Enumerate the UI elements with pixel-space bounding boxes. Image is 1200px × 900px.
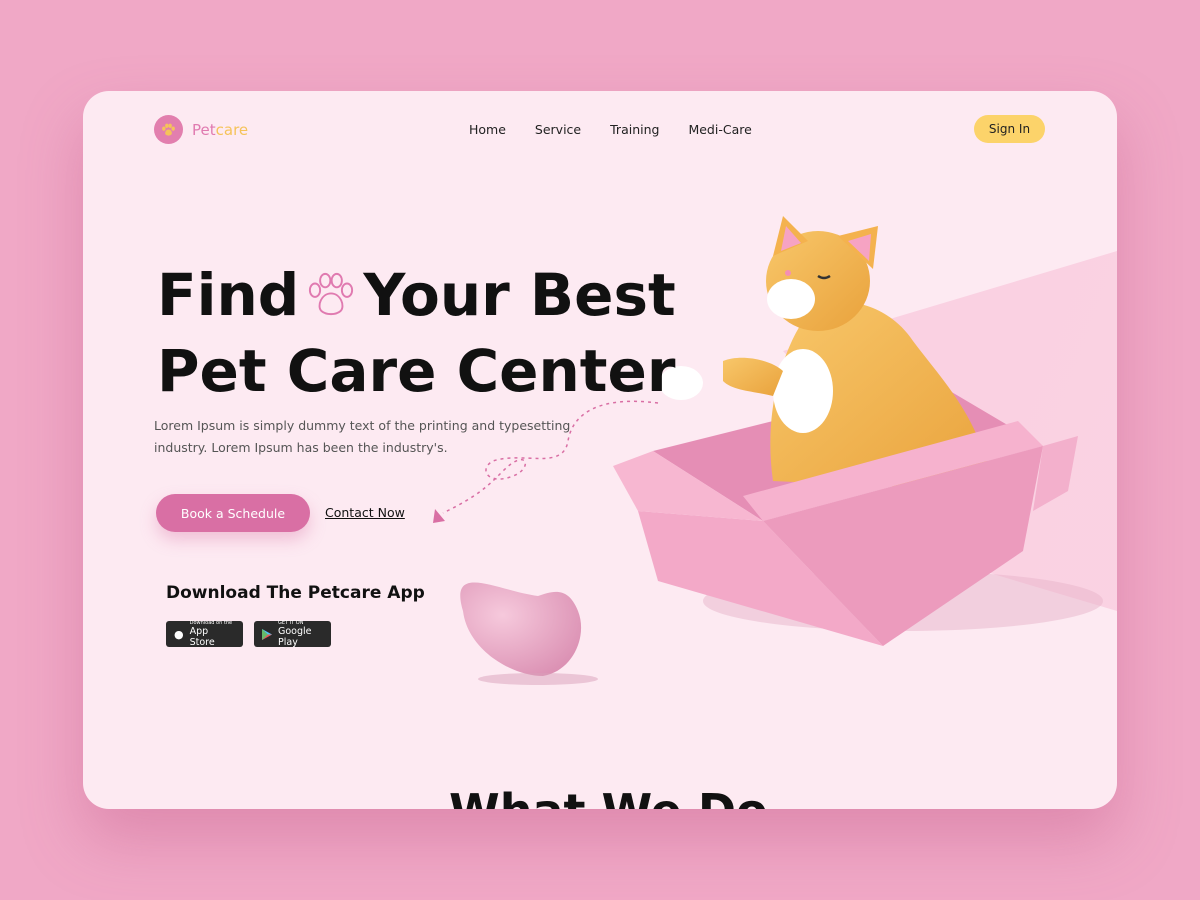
play-icon [262, 625, 272, 644]
app-store-big-text: App Store [189, 626, 215, 648]
brand-name-part2: care [215, 120, 249, 139]
section-title-what-we-do: What We Do [449, 784, 768, 809]
book-schedule-button[interactable]: Book a Schedule [156, 494, 310, 532]
app-store-text: Download on the App Store [190, 620, 233, 648]
hero-title-line2: Pet Care Center [157, 337, 676, 405]
download-app-title: Download The Petcare App [166, 583, 425, 603]
brand-name-part1: Pet [192, 120, 216, 139]
page-card: Petcare Home Service Training Medi-Care … [83, 91, 1117, 809]
hero-title-rest1: Your Best [363, 261, 676, 329]
google-play-text: GET IT ON Google Play [278, 620, 321, 648]
hero-description-line1: Lorem Ipsum is simply dummy text of the … [154, 418, 571, 433]
brand-name: Petcare [192, 121, 248, 139]
contact-now-link[interactable]: Contact Now [325, 505, 405, 520]
hero-title-word1: Find [157, 261, 300, 329]
google-play-big-text: Google Play [278, 626, 312, 648]
paw-icon [154, 115, 183, 144]
apple-icon: ● [174, 627, 184, 641]
brand-logo[interactable]: Petcare [154, 115, 248, 144]
paw-icon [305, 263, 357, 335]
nav-item-service[interactable]: Service [535, 122, 581, 137]
nav-item-medi-care[interactable]: Medi-Care [688, 122, 751, 137]
nav-item-training[interactable]: Training [610, 122, 659, 137]
hero-description-line2: industry. Lorem Ipsum has been the indus… [154, 440, 448, 455]
nav-item-home[interactable]: Home [469, 122, 506, 137]
hero-description: Lorem Ipsum is simply dummy text of the … [154, 415, 574, 459]
sign-in-button[interactable]: Sign In [974, 115, 1045, 143]
app-store-badge[interactable]: ● Download on the App Store [166, 620, 243, 648]
google-play-badge[interactable]: GET IT ON Google Play [254, 620, 331, 648]
hero-title: Find Your Best Pet Care Center [157, 259, 676, 407]
main-nav: Home Service Training Medi-Care [469, 122, 752, 137]
